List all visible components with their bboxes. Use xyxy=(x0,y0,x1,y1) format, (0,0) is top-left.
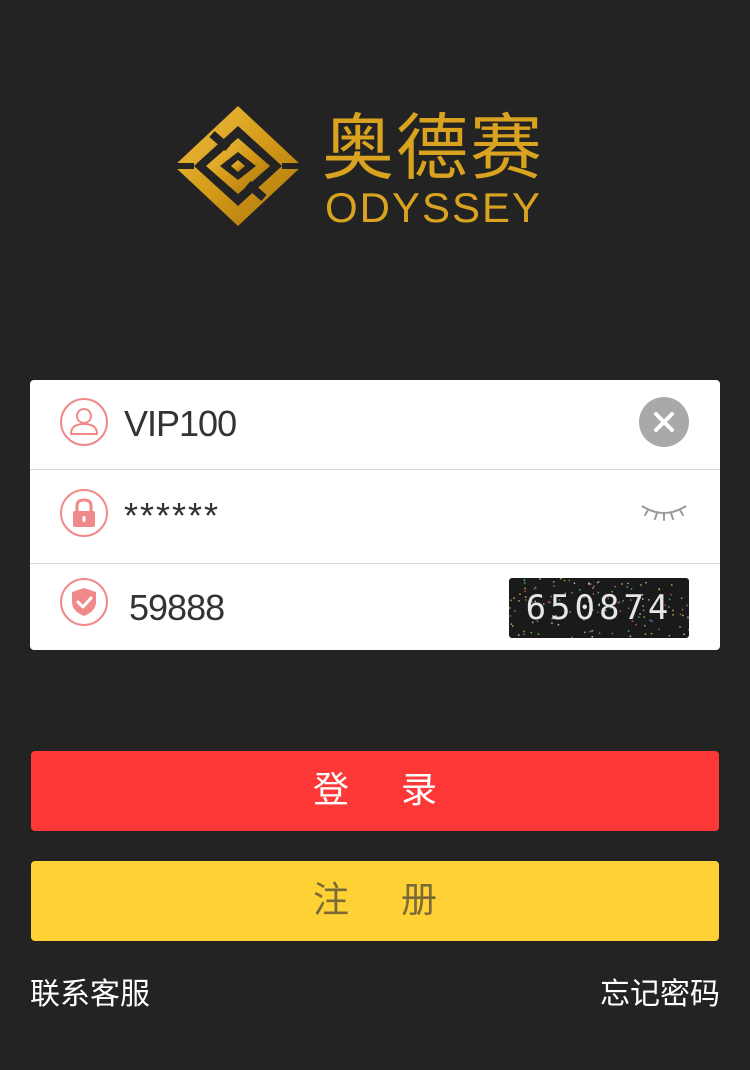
brand-name-cn: 奥德赛 xyxy=(322,106,545,190)
contact-support-link[interactable]: 联系客服 xyxy=(30,975,150,1015)
lock-icon xyxy=(60,489,108,537)
username-row xyxy=(30,380,720,470)
register-button[interactable]: 注册 xyxy=(31,861,719,941)
login-form: 650874 xyxy=(30,380,720,650)
captcha-input[interactable] xyxy=(129,586,529,630)
brand-logo: 奥德赛 ODYSSEY xyxy=(172,104,552,231)
username-input[interactable] xyxy=(124,402,524,446)
login-page: 奥德赛 ODYSSEY VIP100 ****** 59888 650874 登… xyxy=(0,0,750,1070)
user-icon xyxy=(60,398,108,446)
brand-name-en: ODYSSEY xyxy=(325,184,543,231)
captcha-row: 650874 xyxy=(30,564,720,650)
close-icon xyxy=(654,412,674,432)
odyssey-logo-icon xyxy=(174,106,302,226)
password-input[interactable] xyxy=(124,494,524,538)
forgot-password-link[interactable]: 忘记密码 xyxy=(600,975,720,1015)
captcha-image[interactable]: 650874 xyxy=(509,578,689,638)
password-row xyxy=(30,470,720,564)
login-button[interactable]: 登录 xyxy=(31,751,719,831)
clear-username-button[interactable] xyxy=(639,397,689,447)
eye-closed-icon[interactable] xyxy=(640,500,688,526)
captcha-code: 650874 xyxy=(525,588,673,628)
shield-check-icon xyxy=(60,578,108,626)
